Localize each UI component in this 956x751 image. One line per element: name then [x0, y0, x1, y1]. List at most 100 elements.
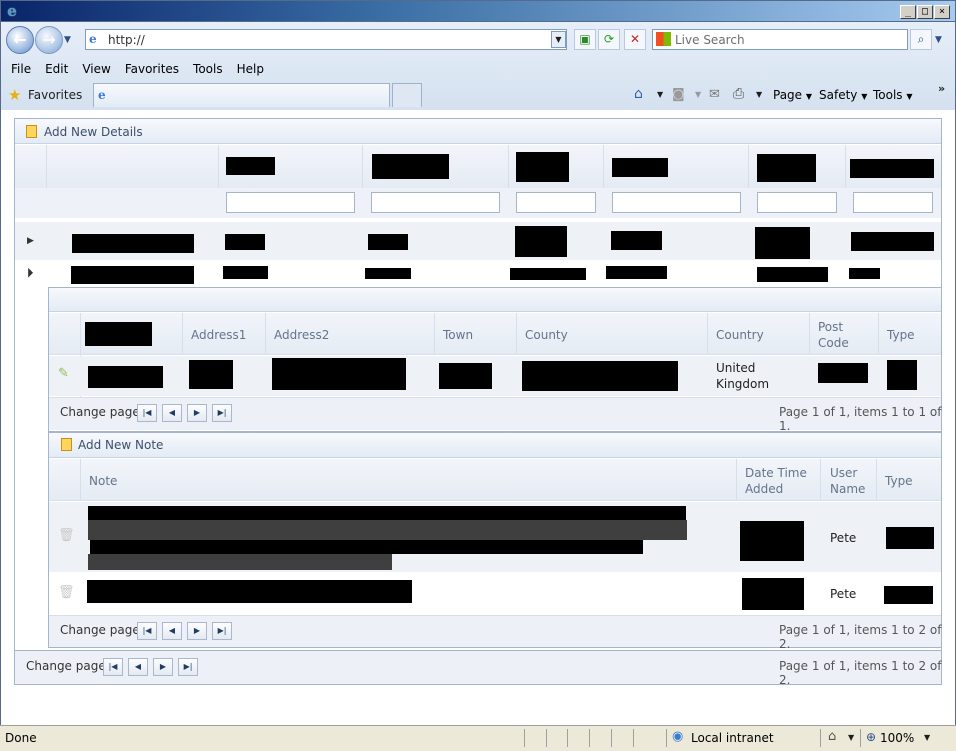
header-note[interactable]: Note [89, 473, 117, 489]
favorites-star-icon[interactable]: ★ [8, 86, 21, 104]
last-page-button[interactable]: ▶| [178, 658, 198, 676]
prev-page-button[interactable]: ◀ [162, 622, 182, 640]
zoom-dropdown-icon[interactable]: ▼ [924, 733, 930, 742]
filter-input[interactable] [612, 192, 741, 213]
search-icon[interactable]: ⌕ [910, 29, 932, 50]
browser-tab[interactable] [93, 83, 390, 107]
redacted-cell [887, 360, 917, 390]
protected-mode-icon[interactable]: ⌂ [828, 729, 836, 744]
intranet-zone-icon: ◉ [672, 729, 684, 744]
header-type[interactable]: Type [885, 473, 913, 489]
menu-favorites[interactable]: Favorites [125, 62, 179, 76]
prev-page-button[interactable]: ◀ [162, 404, 182, 422]
header-country[interactable]: Country [716, 327, 764, 343]
filter-input[interactable] [853, 192, 933, 213]
minimize-button[interactable]: _ [900, 5, 916, 19]
delete-icon[interactable]: 🗑 [58, 528, 75, 543]
zoom-icon[interactable]: ⊕ [866, 730, 876, 744]
print-icon[interactable]: ⎙ [733, 86, 744, 102]
next-page-button[interactable]: ▶ [153, 658, 173, 676]
first-page-button[interactable]: |◀ [137, 404, 157, 422]
edit-pencil-icon[interactable]: ✎ [58, 366, 69, 381]
address-dropdown-icon[interactable]: ▼ [551, 31, 566, 48]
home-dropdown-icon[interactable]: ▼ [657, 90, 663, 99]
redacted-cell [757, 267, 828, 282]
header-address1[interactable]: Address1 [191, 327, 246, 343]
back-button[interactable]: ← [6, 26, 34, 54]
forward-button[interactable]: → [35, 26, 63, 54]
delete-icon[interactable]: 🗑 [58, 585, 75, 600]
redacted-cell [606, 266, 667, 279]
header-town[interactable]: Town [443, 327, 473, 343]
header-post-code[interactable]: Post Code [818, 319, 858, 351]
expand-row-icon[interactable]: ▶ [27, 236, 34, 246]
chevron-down-icon: ▼ [906, 92, 913, 101]
filter-input[interactable] [371, 192, 500, 213]
compatibility-icon[interactable]: ▣ [574, 29, 596, 50]
pager-label: Change page: [60, 623, 144, 637]
prev-page-button[interactable]: ◀ [128, 658, 148, 676]
search-options-icon[interactable]: ▼ [935, 35, 942, 45]
first-page-button[interactable]: |◀ [137, 622, 157, 640]
redacted-note [88, 506, 686, 520]
redacted-header [85, 322, 152, 346]
menu-help[interactable]: Help [237, 62, 264, 76]
detail-command-row [49, 288, 941, 312]
redacted-cell [71, 266, 194, 284]
user-name-cell: Pete [830, 531, 857, 545]
menu-file[interactable]: File [11, 62, 31, 76]
table-row[interactable] [49, 356, 941, 396]
last-page-button[interactable]: ▶| [212, 622, 232, 640]
menu-view[interactable]: View [82, 62, 110, 76]
close-window-button[interactable]: × [934, 5, 950, 19]
maximize-button[interactable]: □ [917, 5, 933, 19]
new-tab-button[interactable] [392, 83, 422, 107]
feeds-dropdown-icon[interactable]: ▼ [695, 90, 701, 99]
next-page-button[interactable]: ▶ [187, 404, 207, 422]
header-type[interactable]: Type [887, 327, 915, 343]
more-commands-icon[interactable]: » [938, 82, 945, 95]
chevron-down-icon: ▼ [861, 92, 868, 101]
redacted-header [226, 157, 275, 175]
menu-tools[interactable]: Tools [193, 62, 223, 76]
filter-input[interactable] [516, 192, 596, 213]
menu-edit[interactable]: Edit [45, 62, 68, 76]
redacted-cell [851, 232, 934, 251]
redacted-note [88, 520, 687, 540]
add-record-icon[interactable] [26, 125, 37, 138]
filter-input[interactable] [757, 192, 837, 213]
header-address2[interactable]: Address2 [274, 327, 329, 343]
last-page-button[interactable]: ▶| [212, 404, 232, 422]
stop-icon[interactable]: ✕ [624, 29, 646, 50]
safety-menu[interactable]: Safety ▼ [819, 88, 867, 102]
feeds-icon[interactable]: ◙ [672, 87, 685, 102]
redacted-date [742, 578, 804, 610]
print-dropdown-icon[interactable]: ▼ [756, 90, 762, 99]
filter-input[interactable] [226, 192, 355, 213]
first-page-button[interactable]: |◀ [103, 658, 123, 676]
tools-menu[interactable]: Tools ▼ [873, 88, 913, 102]
redacted-cell [223, 266, 268, 279]
zone-text: Local intranet [691, 731, 774, 745]
internet-explorer-icon: e [7, 2, 17, 20]
notes-command-row [49, 433, 941, 458]
header-date-time-added[interactable]: Date Time Added [745, 465, 815, 497]
recent-pages-dropdown-icon[interactable]: ▼ [64, 35, 71, 45]
mail-icon[interactable]: ✉ [709, 87, 720, 102]
next-page-button[interactable]: ▶ [187, 622, 207, 640]
home-icon[interactable]: ⌂ [634, 86, 643, 102]
header-county[interactable]: County [525, 327, 568, 343]
address-bar[interactable] [85, 29, 567, 50]
menu-bar: File Edit View Favorites Tools Help [1, 58, 955, 80]
protected-mode-dropdown-icon[interactable]: ▼ [848, 733, 854, 742]
zoom-level[interactable]: 100% [880, 731, 914, 745]
header-user-name[interactable]: User Name [830, 465, 874, 497]
add-new-details-link[interactable]: Add New Details [44, 125, 143, 139]
favorites-button[interactable]: Favorites [28, 88, 82, 102]
add-note-icon[interactable] [61, 438, 72, 451]
page-menu[interactable]: Page ▼ [773, 88, 812, 102]
pager-label: Change page: [26, 659, 110, 673]
tab-page-icon: e [98, 88, 106, 102]
add-new-note-link[interactable]: Add New Note [78, 438, 163, 452]
refresh-icon[interactable]: ⟳ [598, 29, 620, 50]
